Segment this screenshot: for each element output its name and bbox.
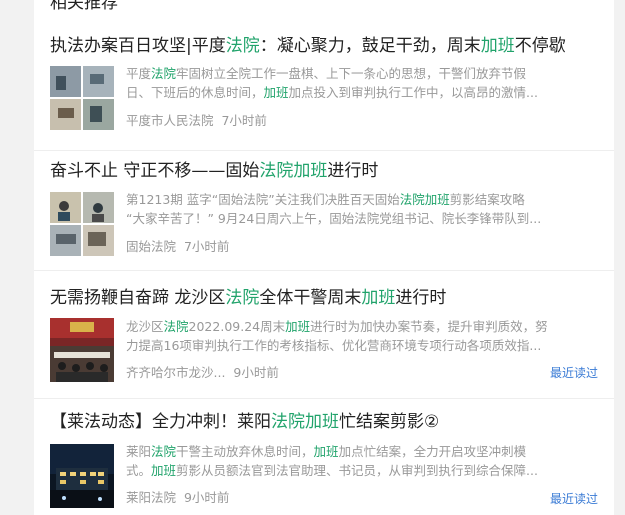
news-thumbnail[interactable] [50,444,114,508]
news-title[interactable]: 无需扬鞭自奋蹄 龙沙区法院全体干警周末加班进行时 [50,287,446,309]
news-time: 7小时前 [221,113,267,128]
news-meta: 固始法院 7小时前 [126,236,229,255]
recently-read-link[interactable]: 最近读过 [550,490,598,507]
news-title[interactable]: 执法办案百日攻坚|平度法院：凝心聚力，鼓足干劲，周末加班不停歇 [50,35,566,57]
news-time: 7小时前 [183,239,230,254]
news-item[interactable]: 奋斗不止 守正不移——固始法院加班进行时 第1213期 蓝字“固始法院”关注我们… [34,150,614,271]
recently-read-link[interactable]: 最近读过 [550,364,598,381]
news-item[interactable]: 无需扬鞭自奋蹄 龙沙区法院全体干警周末加班进行时 龙沙区法院2022.09.24… [34,270,614,399]
news-thumbnail[interactable] [50,192,114,256]
meeting-photo-image [50,192,114,256]
night-building-photo-image [50,444,114,508]
office-photo-image [50,66,114,130]
news-item[interactable]: 【莱法动态】全力冲刺！莱阳法院加班忙结案剪影② 莱阳法院干警主动放弃休息时间，加… [34,398,614,515]
news-thumbnail[interactable] [50,318,114,382]
news-summary: 莱阳法院干警主动放弃休息时间，加班加点忙结案，全力开启攻坚冲刺模 式。加班剪影从… [126,444,538,478]
conference-photo-image [50,318,114,382]
news-source[interactable]: 莱阳法院 [126,490,176,505]
news-thumbnail[interactable] [50,66,114,130]
news-meta: 齐齐哈尔市龙沙... 9小时前 [126,362,279,381]
news-meta: 莱阳法院 9小时前 [126,487,229,506]
news-title[interactable]: 【莱法动态】全力冲刺！莱阳法院加班忙结案剪影② [50,411,439,433]
news-summary: 第1213期 蓝字“固始法院”关注我们决胜百天固始法院加班剪影结案攻略 “大家辛… [126,192,542,226]
news-source[interactable]: 平度市人民法院 [126,113,214,128]
news-time: 9小时前 [183,490,230,505]
news-summary: 龙沙区法院2022.09.24周末加班进行时为加快办案节奏，提升审判质效，努 力… [126,319,548,353]
news-time: 9小时前 [233,365,279,380]
news-summary: 平度法院牢固树立全院工作一盘棋、上下一条心的思想，干警们放弃节假 日、下班后的休… [126,66,538,100]
section-heading: 相关推荐 [50,0,118,13]
news-title[interactable]: 奋斗不止 守正不移——固始法院加班进行时 [50,160,378,182]
news-source[interactable]: 固始法院 [126,239,176,254]
news-meta: 平度市人民法院 7小时前 [126,110,267,129]
news-feed-panel: 相关推荐 执法办案百日攻坚|平度法院：凝心聚力，鼓足干劲，周末加班不停歇 平度法… [34,0,614,515]
news-source[interactable]: 齐齐哈尔市龙沙... [126,365,225,380]
news-item[interactable]: 执法办案百日攻坚|平度法院：凝心聚力，鼓足干劲，周末加班不停歇 平度法院牢固树立… [34,24,614,151]
